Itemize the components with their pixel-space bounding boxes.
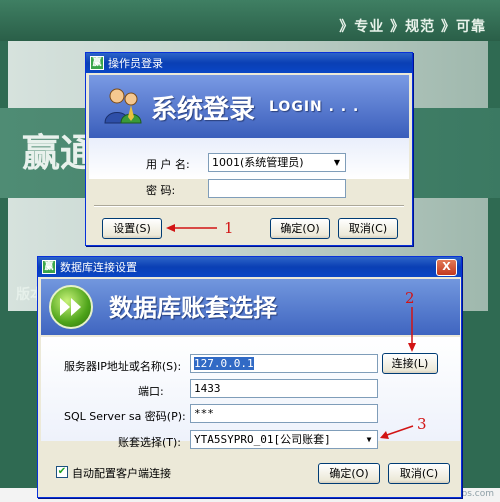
annotation-arrow-3	[383, 425, 414, 437]
annotation-arrowhead-1	[166, 224, 175, 232]
annotation-label-3: 3	[417, 415, 427, 433]
annotation-arrowhead-2	[408, 343, 416, 352]
annotation-label-1: 1	[224, 219, 234, 237]
annotation-label-2: 2	[405, 289, 415, 307]
